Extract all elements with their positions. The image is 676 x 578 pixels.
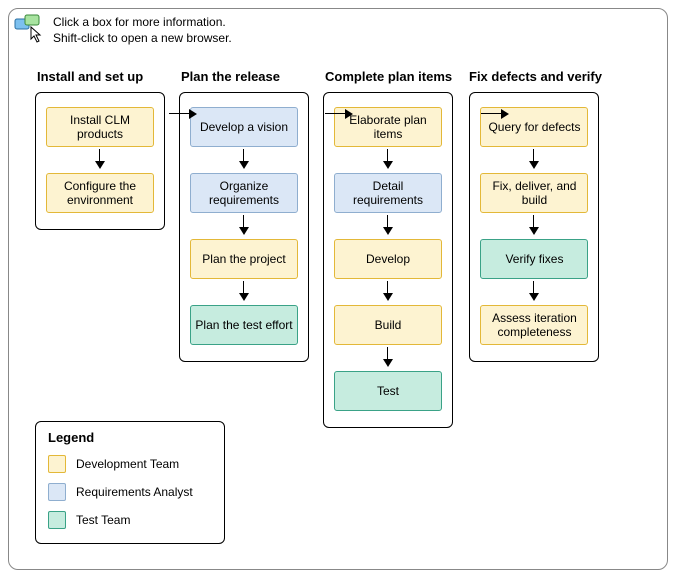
legend-row: Test Team	[48, 511, 210, 529]
legend-row: Requirements Analyst	[48, 483, 210, 501]
legend-row: Development Team	[48, 455, 210, 473]
legend-label: Test Team	[76, 513, 130, 527]
flow-node[interactable]: Verify fixes	[480, 239, 588, 279]
column: Plan the release Develop a vision Organize…	[179, 69, 309, 428]
flow-node[interactable]: Detail requirements	[334, 173, 442, 213]
click-hint-icon	[13, 13, 47, 50]
column-title: Fix defects and verify	[467, 69, 602, 84]
flow-node[interactable]: Configure the environment	[46, 173, 154, 213]
flow-node[interactable]: Organize requirements	[190, 173, 298, 213]
flow-node[interactable]: Test	[334, 371, 442, 411]
flow-node[interactable]: Install CLM products	[46, 107, 154, 147]
down-arrow-icon	[383, 149, 393, 171]
arrow-col2-col3	[325, 109, 353, 119]
diagram-frame: Click a box for more information. Shift-…	[8, 8, 668, 570]
arrow-col1-col2	[169, 109, 197, 119]
legend-label: Requirements Analyst	[76, 485, 193, 499]
down-arrow-icon	[383, 215, 393, 237]
column: Install and set up Install CLM products Co…	[35, 69, 165, 428]
legend-swatch	[48, 455, 66, 473]
down-arrow-icon	[239, 281, 249, 303]
down-arrow-icon	[95, 149, 105, 171]
legend-title: Legend	[48, 430, 210, 445]
column-title: Install and set up	[35, 69, 165, 84]
column: Fix defects and verify Query for defectsF…	[467, 69, 602, 428]
down-arrow-icon	[529, 215, 539, 237]
flow-node[interactable]: Build	[334, 305, 442, 345]
legend-swatch	[48, 483, 66, 501]
hint-line-1: Click a box for more information.	[53, 15, 232, 31]
columns: Install and set up Install CLM products Co…	[35, 69, 602, 428]
hint-line-2: Shift-click to open a new browser.	[53, 31, 232, 47]
header: Click a box for more information. Shift-…	[13, 13, 232, 50]
legend: Legend Development Team Requirements Anal…	[35, 421, 225, 544]
hint-text: Click a box for more information. Shift-…	[53, 13, 232, 46]
column-title: Plan the release	[179, 69, 309, 84]
flow-node[interactable]: Plan the test effort	[190, 305, 298, 345]
flow-node[interactable]: Develop	[334, 239, 442, 279]
flow-node[interactable]: Plan the project	[190, 239, 298, 279]
column-box: Install CLM products Configure the enviro…	[35, 92, 165, 230]
legend-swatch	[48, 511, 66, 529]
down-arrow-icon	[529, 149, 539, 171]
column-title: Complete plan items	[323, 69, 453, 84]
arrow-col3-col4	[481, 109, 509, 119]
column: Complete plan items Elaborate plan itemsD…	[323, 69, 453, 428]
down-arrow-icon	[383, 281, 393, 303]
down-arrow-icon	[529, 281, 539, 303]
down-arrow-icon	[239, 149, 249, 171]
column-box: Query for defectsFix, deliver, and build…	[469, 92, 599, 362]
flow-node[interactable]: Develop a vision	[190, 107, 298, 147]
column-box: Elaborate plan itemsDetail requirementsD…	[323, 92, 453, 428]
legend-label: Development Team	[76, 457, 179, 471]
down-arrow-icon	[383, 347, 393, 369]
flow-node[interactable]: Fix, deliver, and build	[480, 173, 588, 213]
column-box: Develop a vision Organize requirements Pla…	[179, 92, 309, 362]
down-arrow-icon	[239, 215, 249, 237]
flow-node[interactable]: Assess iteration completeness	[480, 305, 588, 345]
